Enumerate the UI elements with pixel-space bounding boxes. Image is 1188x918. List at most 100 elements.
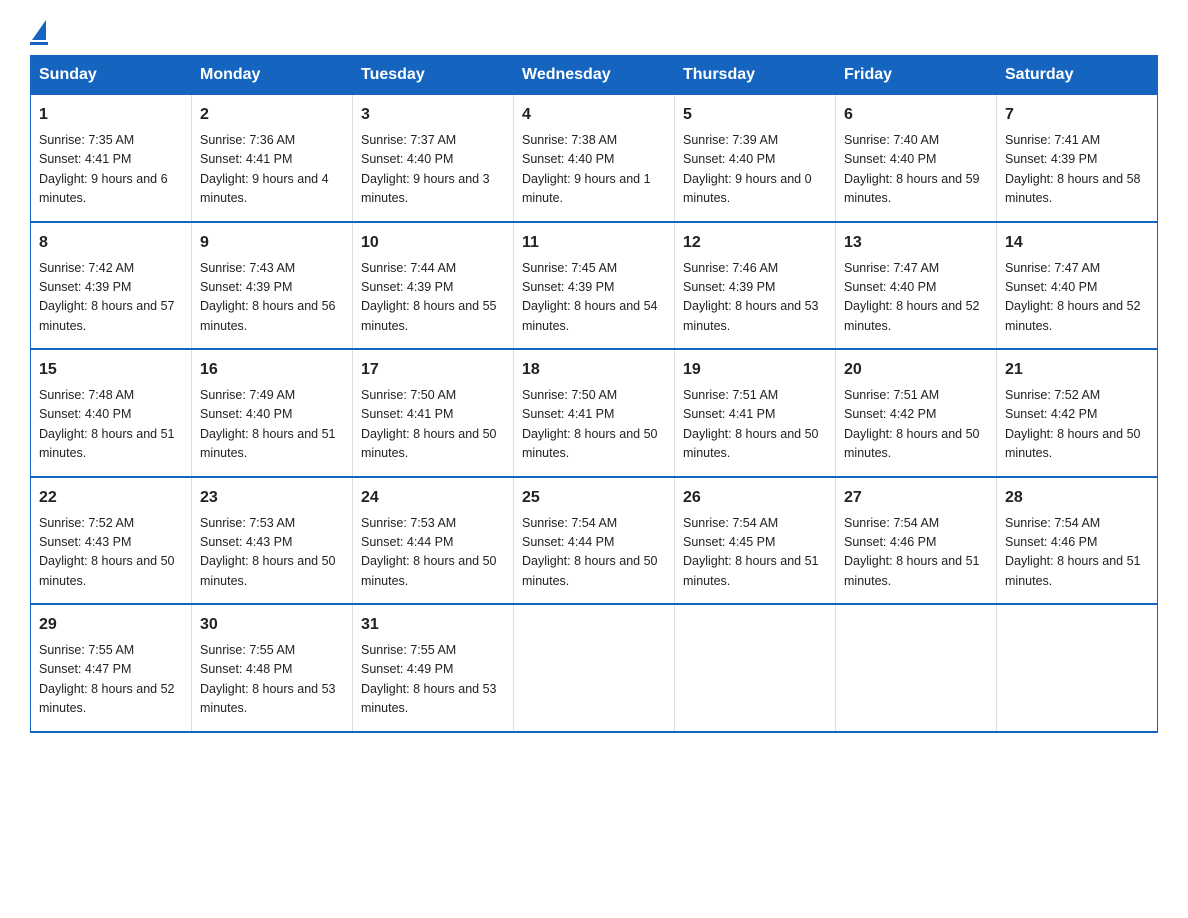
calendar-week-row: 29Sunrise: 7:55 AMSunset: 4:47 PMDayligh…	[31, 604, 1158, 732]
calendar-day-cell: 6 Sunrise: 7:40 AMSunset: 4:40 PMDaylight…	[836, 95, 997, 222]
weekday-header-tuesday: Tuesday	[353, 56, 514, 95]
day-number: 6	[844, 103, 988, 127]
day-number: 9	[200, 231, 344, 255]
day-number: 7	[1005, 103, 1149, 127]
calendar-day-cell: 11 Sunrise: 7:45 AMSunset: 4:39 PMDayligh…	[514, 222, 675, 350]
day-number: 8	[39, 231, 183, 255]
day-number: 2	[200, 103, 344, 127]
day-number: 29	[39, 613, 183, 637]
day-info: Sunrise: 7:37 AMSunset: 4:40 PMDaylight:…	[361, 131, 505, 209]
day-number: 19	[683, 358, 827, 382]
day-info: Sunrise: 7:55 AMSunset: 4:49 PMDaylight:…	[361, 641, 505, 719]
day-info: Sunrise: 7:47 AMSunset: 4:40 PMDaylight:…	[1005, 259, 1149, 337]
calendar-day-cell: 2Sunrise: 7:36 AMSunset: 4:41 PMDaylight…	[192, 95, 353, 222]
day-number: 20	[844, 358, 988, 382]
day-number: 13	[844, 231, 988, 255]
page-header	[30, 20, 1158, 45]
day-info: Sunrise: 7:48 AMSunset: 4:40 PMDaylight:…	[39, 386, 183, 464]
calendar-day-cell: 19 Sunrise: 7:51 AMSunset: 4:41 PMDayligh…	[675, 349, 836, 477]
calendar-day-cell	[514, 604, 675, 732]
calendar-day-cell	[836, 604, 997, 732]
day-info: Sunrise: 7:38 AMSunset: 4:40 PMDaylight:…	[522, 131, 666, 209]
day-info: Sunrise: 7:50 AMSunset: 4:41 PMDaylight:…	[361, 386, 505, 464]
day-number: 25	[522, 486, 666, 510]
day-info: Sunrise: 7:54 AMSunset: 4:46 PMDaylight:…	[844, 514, 988, 592]
calendar-day-cell	[675, 604, 836, 732]
calendar-day-cell: 14 Sunrise: 7:47 AMSunset: 4:40 PMDayligh…	[997, 222, 1158, 350]
calendar-day-cell: 1Sunrise: 7:35 AMSunset: 4:41 PMDaylight…	[31, 95, 192, 222]
day-info: Sunrise: 7:53 AMSunset: 4:44 PMDaylight:…	[361, 514, 505, 592]
calendar-day-cell: 22Sunrise: 7:52 AMSunset: 4:43 PMDayligh…	[31, 477, 192, 605]
calendar-day-cell	[997, 604, 1158, 732]
day-number: 21	[1005, 358, 1149, 382]
weekday-header-sunday: Sunday	[31, 56, 192, 95]
logo	[30, 20, 48, 45]
logo-underline	[30, 42, 48, 45]
calendar-day-cell: 21Sunrise: 7:52 AMSunset: 4:42 PMDayligh…	[997, 349, 1158, 477]
day-number: 28	[1005, 486, 1149, 510]
calendar-day-cell: 31 Sunrise: 7:55 AMSunset: 4:49 PMDayligh…	[353, 604, 514, 732]
day-number: 23	[200, 486, 344, 510]
day-number: 12	[683, 231, 827, 255]
day-info: Sunrise: 7:35 AMSunset: 4:41 PMDaylight:…	[39, 131, 183, 209]
day-info: Sunrise: 7:50 AMSunset: 4:41 PMDaylight:…	[522, 386, 666, 464]
day-number: 24	[361, 486, 505, 510]
calendar-day-cell: 5 Sunrise: 7:39 AMSunset: 4:40 PMDaylight…	[675, 95, 836, 222]
day-number: 26	[683, 486, 827, 510]
day-number: 11	[522, 231, 666, 255]
day-number: 5	[683, 103, 827, 127]
day-info: Sunrise: 7:43 AMSunset: 4:39 PMDaylight:…	[200, 259, 344, 337]
day-info: Sunrise: 7:55 AMSunset: 4:48 PMDaylight:…	[200, 641, 344, 719]
calendar-day-cell: 16 Sunrise: 7:49 AMSunset: 4:40 PMDayligh…	[192, 349, 353, 477]
day-info: Sunrise: 7:39 AMSunset: 4:40 PMDaylight:…	[683, 131, 827, 209]
calendar-day-cell: 18 Sunrise: 7:50 AMSunset: 4:41 PMDayligh…	[514, 349, 675, 477]
day-number: 4	[522, 103, 666, 127]
day-info: Sunrise: 7:51 AMSunset: 4:41 PMDaylight:…	[683, 386, 827, 464]
day-number: 18	[522, 358, 666, 382]
logo-triangle-icon	[32, 20, 46, 40]
calendar-day-cell: 7Sunrise: 7:41 AMSunset: 4:39 PMDaylight…	[997, 95, 1158, 222]
day-info: Sunrise: 7:45 AMSunset: 4:39 PMDaylight:…	[522, 259, 666, 337]
calendar-day-cell: 20 Sunrise: 7:51 AMSunset: 4:42 PMDayligh…	[836, 349, 997, 477]
calendar-day-cell: 28 Sunrise: 7:54 AMSunset: 4:46 PMDayligh…	[997, 477, 1158, 605]
weekday-header-row: SundayMondayTuesdayWednesdayThursdayFrid…	[31, 56, 1158, 95]
calendar-day-cell: 3 Sunrise: 7:37 AMSunset: 4:40 PMDaylight…	[353, 95, 514, 222]
day-info: Sunrise: 7:54 AMSunset: 4:44 PMDaylight:…	[522, 514, 666, 592]
calendar-day-cell: 8Sunrise: 7:42 AMSunset: 4:39 PMDaylight…	[31, 222, 192, 350]
day-info: Sunrise: 7:54 AMSunset: 4:46 PMDaylight:…	[1005, 514, 1149, 592]
weekday-header-saturday: Saturday	[997, 56, 1158, 95]
calendar-day-cell: 9 Sunrise: 7:43 AMSunset: 4:39 PMDaylight…	[192, 222, 353, 350]
day-info: Sunrise: 7:46 AMSunset: 4:39 PMDaylight:…	[683, 259, 827, 337]
day-number: 22	[39, 486, 183, 510]
day-number: 17	[361, 358, 505, 382]
day-number: 15	[39, 358, 183, 382]
calendar-day-cell: 4 Sunrise: 7:38 AMSunset: 4:40 PMDaylight…	[514, 95, 675, 222]
weekday-header-thursday: Thursday	[675, 56, 836, 95]
day-info: Sunrise: 7:47 AMSunset: 4:40 PMDaylight:…	[844, 259, 988, 337]
calendar-day-cell: 25 Sunrise: 7:54 AMSunset: 4:44 PMDayligh…	[514, 477, 675, 605]
weekday-header-monday: Monday	[192, 56, 353, 95]
day-info: Sunrise: 7:40 AMSunset: 4:40 PMDaylight:…	[844, 131, 988, 209]
calendar-week-row: 1Sunrise: 7:35 AMSunset: 4:41 PMDaylight…	[31, 95, 1158, 222]
day-info: Sunrise: 7:51 AMSunset: 4:42 PMDaylight:…	[844, 386, 988, 464]
calendar-day-cell: 15 Sunrise: 7:48 AMSunset: 4:40 PMDayligh…	[31, 349, 192, 477]
day-number: 30	[200, 613, 344, 637]
day-info: Sunrise: 7:49 AMSunset: 4:40 PMDaylight:…	[200, 386, 344, 464]
day-number: 31	[361, 613, 505, 637]
calendar-day-cell: 12 Sunrise: 7:46 AMSunset: 4:39 PMDayligh…	[675, 222, 836, 350]
weekday-header-wednesday: Wednesday	[514, 56, 675, 95]
calendar-day-cell: 10Sunrise: 7:44 AMSunset: 4:39 PMDayligh…	[353, 222, 514, 350]
day-number: 3	[361, 103, 505, 127]
day-number: 14	[1005, 231, 1149, 255]
calendar-day-cell: 13 Sunrise: 7:47 AMSunset: 4:40 PMDayligh…	[836, 222, 997, 350]
day-number: 16	[200, 358, 344, 382]
calendar-day-cell: 24 Sunrise: 7:53 AMSunset: 4:44 PMDayligh…	[353, 477, 514, 605]
day-number: 27	[844, 486, 988, 510]
calendar-week-row: 22Sunrise: 7:52 AMSunset: 4:43 PMDayligh…	[31, 477, 1158, 605]
calendar-day-cell: 17 Sunrise: 7:50 AMSunset: 4:41 PMDayligh…	[353, 349, 514, 477]
calendar-day-cell: 29Sunrise: 7:55 AMSunset: 4:47 PMDayligh…	[31, 604, 192, 732]
calendar-day-cell: 27 Sunrise: 7:54 AMSunset: 4:46 PMDayligh…	[836, 477, 997, 605]
calendar-table: SundayMondayTuesdayWednesdayThursdayFrid…	[30, 55, 1158, 733]
day-number: 10	[361, 231, 505, 255]
calendar-day-cell: 30 Sunrise: 7:55 AMSunset: 4:48 PMDayligh…	[192, 604, 353, 732]
